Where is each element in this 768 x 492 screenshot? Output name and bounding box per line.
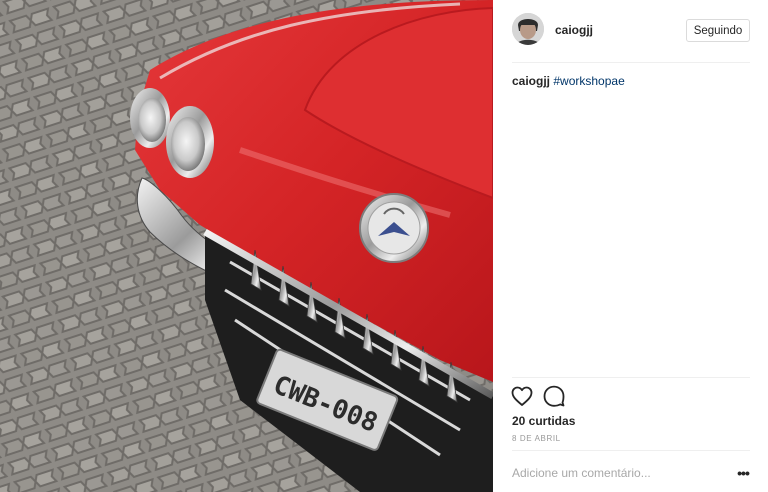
hashtag-link[interactable]: #workshopae xyxy=(553,74,624,88)
following-button[interactable]: Seguindo xyxy=(686,19,750,42)
comment-input[interactable] xyxy=(512,463,722,483)
more-options-button[interactable]: ••• xyxy=(734,463,752,483)
header-divider xyxy=(512,62,750,63)
car-photo-illustration: CWB-008 xyxy=(0,0,493,492)
post-date: 8 DE ABRIL xyxy=(512,434,561,443)
heart-icon xyxy=(511,386,533,406)
comment-button[interactable] xyxy=(542,384,566,408)
avatar[interactable] xyxy=(512,13,544,45)
comment-divider xyxy=(512,450,750,451)
post-details-panel: caiogjj Seguindo caiogjj #workshopae 20 … xyxy=(493,0,768,492)
post-caption: caiogjj #workshopae xyxy=(512,74,625,88)
comment-icon xyxy=(543,385,565,407)
like-button[interactable] xyxy=(510,384,534,408)
post-header: caiogjj Seguindo xyxy=(493,0,768,62)
avatar-icon xyxy=(512,13,544,45)
username-link[interactable]: caiogjj xyxy=(555,23,593,37)
actions-divider xyxy=(512,377,750,378)
caption-username-link[interactable]: caiogjj xyxy=(512,74,550,88)
post-photo[interactable]: CWB-008 xyxy=(0,0,493,492)
likes-count[interactable]: 20 curtidas xyxy=(512,414,575,428)
